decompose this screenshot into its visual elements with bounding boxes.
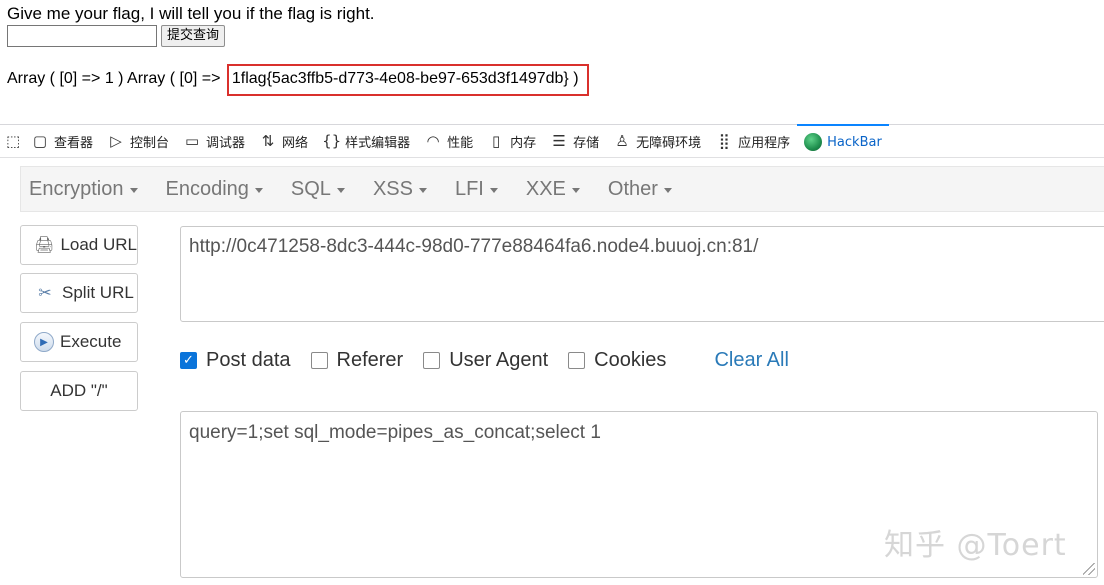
devtools-toolbar: ⬚ ▢ 查看器 ▷ 控制台 ▭ 调试器 ⇅ 网络 {} 样式编辑器 ◠ 性能 ▯… — [0, 124, 1104, 158]
cookies-checkbox[interactable]: Cookies — [568, 349, 666, 372]
tab-network[interactable]: ⇅ 网络 — [252, 125, 315, 157]
tab-memory[interactable]: ▯ 内存 — [480, 125, 543, 157]
caret-down-icon — [663, 187, 672, 193]
menu-label: Encoding — [165, 177, 249, 200]
watermark: 知乎 @Toert — [884, 528, 1067, 563]
add-slash-button[interactable]: ADD "/" — [20, 371, 138, 411]
menu-xss[interactable]: XSS — [373, 178, 427, 201]
caret-down-icon — [129, 187, 138, 193]
load-url-label: Load URL — [60, 235, 137, 254]
debugger-icon: ▭ — [184, 132, 200, 150]
tab-performance[interactable]: ◠ 性能 — [417, 125, 480, 157]
load-url-icon: 🖨 — [34, 237, 55, 254]
performance-icon: ◠ — [426, 132, 440, 150]
play-icon: ▶ — [34, 332, 54, 352]
execute-button[interactable]: ▶ Execute — [20, 322, 138, 362]
tab-accessibility[interactable]: ♙ 无障碍环境 — [606, 125, 708, 157]
tab-label: 网络 — [282, 135, 309, 151]
hackbar-menu-bar: Encryption Encoding SQL XSS LFI XXE Othe… — [20, 166, 1104, 212]
style-editor-icon: {} — [322, 132, 342, 150]
console-icon: ▷ — [110, 132, 122, 150]
load-url-button[interactable]: 🖨 Load URL — [20, 225, 138, 265]
option-label: Post data — [206, 348, 291, 371]
tab-hackbar[interactable]: HackBar — [797, 124, 889, 158]
tab-label: 性能 — [447, 135, 474, 151]
checkbox-unchecked-icon — [568, 351, 586, 369]
tab-label: 调试器 — [206, 135, 246, 151]
request-options: ✓ Post data Referer User Agent Cookies C… — [180, 346, 789, 374]
tab-storage[interactable]: ☰ 存储 — [543, 125, 606, 157]
menu-other[interactable]: Other — [608, 178, 672, 201]
option-label: Referer — [336, 348, 404, 371]
clear-all-link[interactable]: Clear All — [714, 349, 788, 372]
query-result: Array ( [0] => 1 ) Array ( [0] => 1flag{… — [7, 64, 589, 96]
checkbox-unchecked-icon — [423, 351, 441, 369]
caret-down-icon — [571, 187, 580, 193]
tab-label: 样式编辑器 — [345, 135, 411, 151]
caret-down-icon — [254, 187, 263, 193]
menu-label: LFI — [454, 177, 484, 200]
tab-label: 应用程序 — [738, 135, 791, 151]
tab-console[interactable]: ▷ 控制台 — [100, 125, 176, 157]
option-label: Cookies — [594, 348, 667, 371]
tab-label: 存储 — [573, 135, 600, 151]
menu-label: XSS — [372, 177, 413, 200]
tab-label: 无障碍环境 — [636, 135, 702, 151]
tab-style-editor[interactable]: {} 样式编辑器 — [315, 125, 417, 157]
element-picker-icon: ⬚ — [6, 132, 21, 150]
menu-label: SQL — [290, 177, 331, 200]
result-flag-highlight: 1flag{5ac3ffb5-d773-4e08-be97-653d3f1497… — [226, 64, 589, 96]
tab-inspector[interactable]: ▢ 查看器 — [24, 125, 100, 157]
application-icon: ⣿ — [718, 132, 730, 150]
post-data-checkbox[interactable]: ✓ Post data — [180, 349, 291, 372]
network-icon: ⇅ — [261, 132, 275, 150]
memory-icon: ▯ — [491, 132, 501, 150]
menu-sql[interactable]: SQL — [291, 178, 345, 201]
storage-icon: ☰ — [552, 132, 566, 150]
menu-lfi[interactable]: LFI — [455, 178, 498, 201]
inspector-icon: ▢ — [32, 132, 48, 150]
submit-query-button[interactable]: 提交查询 — [161, 25, 226, 47]
flag-input[interactable] — [7, 25, 157, 47]
url-textarea[interactable]: http://0c471258-8dc3-444c-98d0-777e88464… — [180, 226, 1104, 322]
referer-checkbox[interactable]: Referer — [310, 348, 404, 372]
page-prompt: Give me your flag, I will tell you if th… — [7, 4, 375, 23]
split-url-button[interactable]: ✂ Split URL — [20, 273, 138, 313]
tab-label: 内存 — [510, 135, 537, 151]
menu-encryption[interactable]: Encryption — [29, 178, 138, 201]
menu-encoding[interactable]: Encoding — [166, 178, 263, 201]
option-label: User Agent — [449, 348, 549, 371]
menu-label: Other — [607, 177, 658, 200]
hackbar-logo-icon — [804, 133, 823, 151]
tab-label: HackBar — [827, 134, 882, 150]
checkbox-unchecked-icon — [310, 351, 328, 369]
tab-label: 控制台 — [130, 135, 170, 151]
caret-down-icon — [418, 187, 427, 193]
menu-label: XXE — [525, 177, 566, 200]
result-prefix: Array ( [0] => 1 ) Array ( [0] => — [7, 70, 221, 87]
execute-label: Execute — [60, 332, 122, 351]
resize-handle[interactable] — [1083, 563, 1095, 575]
caret-down-icon — [489, 187, 498, 193]
menu-label: Encryption — [29, 177, 124, 200]
scissors-icon: ✂ — [38, 285, 52, 302]
split-url-label: Split URL — [62, 283, 134, 302]
element-picker-button[interactable]: ⬚ — [0, 125, 24, 157]
user-agent-checkbox[interactable]: User Agent — [423, 349, 548, 372]
tab-label: 查看器 — [54, 135, 94, 151]
caret-down-icon — [336, 187, 345, 193]
checkbox-checked-icon: ✓ — [180, 351, 197, 369]
tab-application[interactable]: ⣿ 应用程序 — [708, 125, 797, 157]
web-page: Give me your flag, I will tell you if th… — [0, 0, 1104, 124]
tab-debugger[interactable]: ▭ 调试器 — [176, 125, 252, 157]
accessibility-icon: ♙ — [615, 132, 629, 150]
post-data-value: query=1;set sql_mode=pipes_as_concat;sel… — [189, 422, 601, 443]
menu-xxe[interactable]: XXE — [526, 178, 580, 201]
